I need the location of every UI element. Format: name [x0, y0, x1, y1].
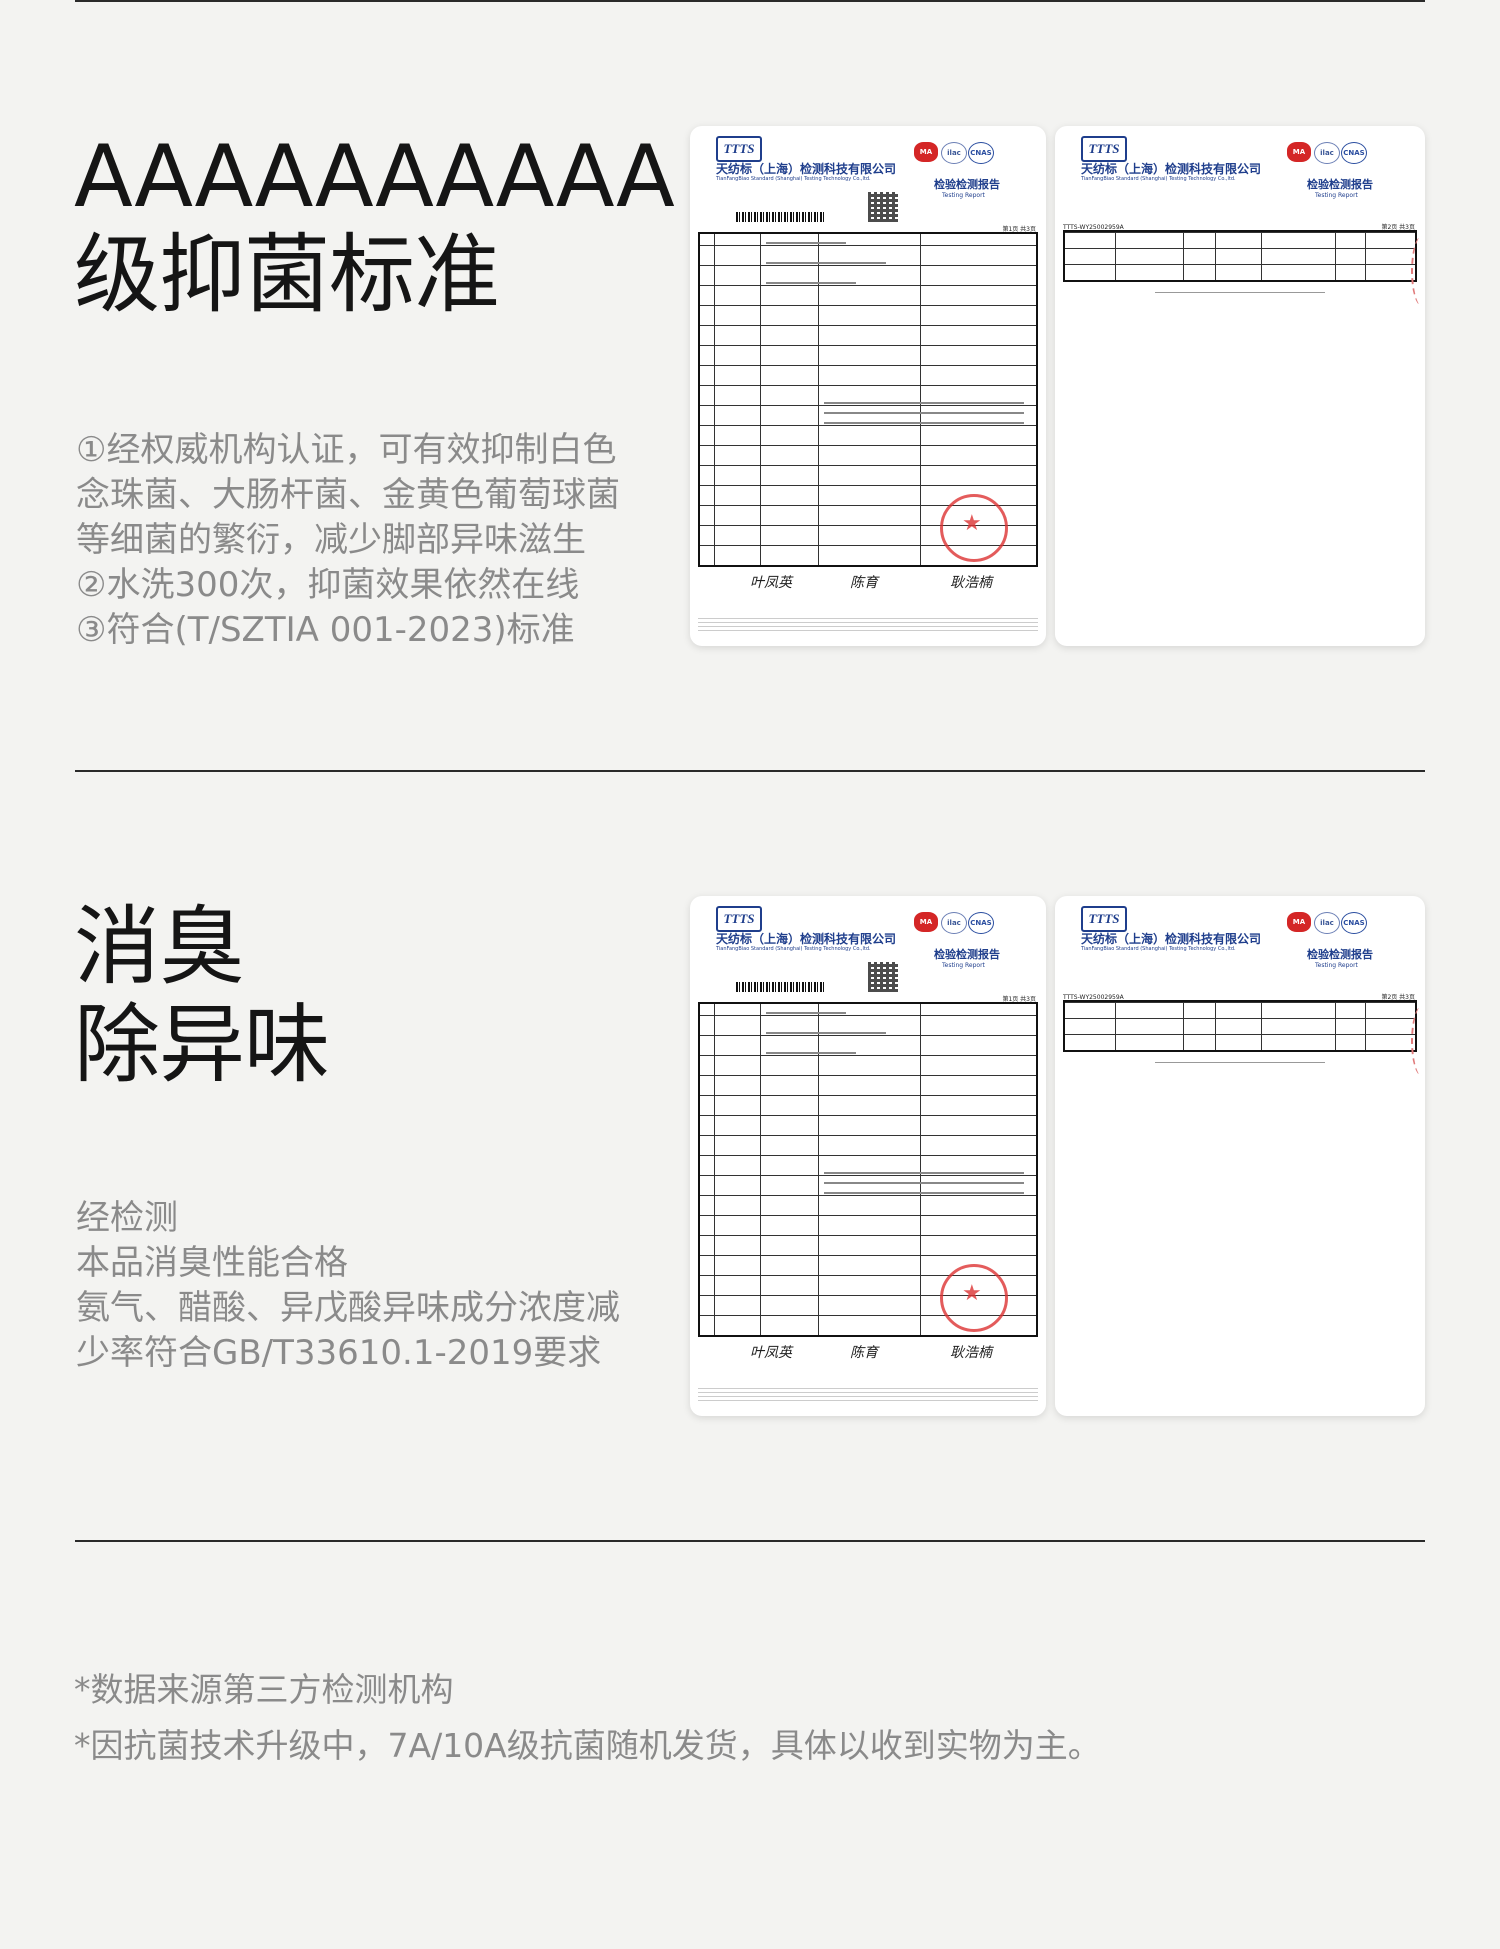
section2-desc-line: 氨气、醋酸、异戊酸异味成分浓度减: [76, 1288, 620, 1328]
ilac-badge-icon: ilac: [941, 142, 967, 164]
test-report-page-1: TTTS 天纺标（上海）检测科技有限公司 TianFangBiao Standa…: [690, 896, 1046, 1416]
signatures: 叶凤英 陈育 耿浩楠: [750, 1342, 1030, 1361]
section1-desc-line: 念珠菌、大肠杆菌、金黄色葡萄球菌: [76, 475, 620, 515]
section1-headline-line2: 级抑菌标准: [74, 225, 500, 325]
end-of-report-line: [1155, 1062, 1325, 1063]
ttts-logo: TTTS: [716, 136, 762, 162]
report-table: [1063, 1000, 1417, 1052]
signature: 耿浩楠: [950, 1345, 992, 1361]
section1-desc-line: 等细菌的繁衍，减少脚部异味滋生: [76, 520, 586, 560]
section2-desc-line: 经检测: [76, 1198, 178, 1238]
test-report-page-2: TTTS 天纺标（上海）检测科技有限公司 TianFangBiao Standa…: [1055, 896, 1425, 1416]
report-title-en: Testing Report: [942, 192, 985, 199]
cnas-badge-icon: CNAS: [1341, 912, 1367, 934]
footnote-shipping: *因抗菌技术升级中，7A/10A级抗菌随机发货，具体以收到实物为主。: [74, 1726, 1101, 1765]
ilac-badge-icon: ilac: [1314, 142, 1340, 164]
report-title: 检验检测报告: [934, 948, 1000, 961]
report-title-en: Testing Report: [1315, 192, 1358, 199]
ttts-logo: TTTS: [1081, 906, 1127, 932]
cma-badge-icon: MA: [914, 912, 938, 932]
seal-edge-icon: [1411, 236, 1425, 306]
section1-description: ①经权威机构认证，可有效抑制白色 念珠菌、大肠杆菌、金黄色葡萄球菌 等细菌的繁衍…: [76, 428, 620, 653]
report-table: [1063, 230, 1417, 282]
ilac-badge-icon: ilac: [1314, 912, 1340, 934]
report-title: 检验检测报告: [934, 178, 1000, 191]
section2-headline-line1: 消臭: [74, 897, 245, 997]
report-title: 检验检测报告: [1307, 178, 1373, 191]
section1-desc-line: ③符合(T/SZTIA 001-2023)标准: [76, 610, 575, 650]
report-org-name-en: TianFangBiao Standard (Shanghai) Testing…: [1081, 946, 1236, 952]
test-report-page-2: TTTS 天纺标（上海）检测科技有限公司 TianFangBiao Standa…: [1055, 126, 1425, 646]
cnas-badge-icon: CNAS: [968, 912, 994, 934]
top-divider: [75, 0, 1425, 2]
cma-badge-icon: MA: [914, 142, 938, 162]
cnas-badge-icon: CNAS: [968, 142, 994, 164]
footnote-source: *数据来源第三方检测机构: [74, 1670, 454, 1709]
red-seal-stamp-icon: ★: [940, 494, 1008, 562]
report-org-name-en: TianFangBiao Standard (Shanghai) Testing…: [1081, 176, 1236, 182]
report-title: 检验检测报告: [1307, 948, 1373, 961]
report-org-name-en: TianFangBiao Standard (Shanghai) Testing…: [716, 176, 871, 182]
signature: 叶凤英: [750, 575, 792, 591]
section1-headline: AAAAAAAAAA 级抑菌标准: [74, 127, 675, 325]
barcode-icon: [736, 212, 824, 222]
section1-desc-line: ②水洗300次，抑菌效果依然在线: [76, 565, 580, 605]
seal-edge-icon: [1411, 1006, 1425, 1076]
report-org-name: 天纺标（上海）检测科技有限公司: [716, 932, 897, 946]
report-org-name: 天纺标（上海）检测科技有限公司: [1081, 932, 1262, 946]
ttts-logo: TTTS: [1081, 136, 1127, 162]
report-footer-text: [698, 1386, 1038, 1404]
signature: 陈育: [850, 575, 878, 591]
cma-badge-icon: MA: [1287, 912, 1311, 932]
section2-headline-line2: 除异味: [74, 995, 330, 1095]
ttts-logo: TTTS: [716, 906, 762, 932]
section1-desc-line: ①经权威机构认证，可有效抑制白色: [76, 430, 617, 470]
qr-code-icon: [868, 962, 898, 992]
red-seal-stamp-icon: ★: [940, 1264, 1008, 1332]
report-footer-text: [698, 616, 1038, 634]
report-title-en: Testing Report: [942, 962, 985, 969]
section2-desc-line: 本品消臭性能合格: [76, 1243, 348, 1283]
section2-description: 经检测 本品消臭性能合格 氨气、醋酸、异戊酸异味成分浓度减 少率符合GB/T33…: [76, 1196, 620, 1376]
signature: 耿浩楠: [950, 575, 992, 591]
end-of-report-line: [1155, 292, 1325, 293]
barcode-icon: [736, 982, 824, 992]
signature: 叶凤英: [750, 1345, 792, 1361]
report-title-en: Testing Report: [1315, 962, 1358, 969]
cnas-badge-icon: CNAS: [1341, 142, 1367, 164]
footnote-divider: [75, 1540, 1425, 1542]
test-report-page-1: TTTS 天纺标（上海）检测科技有限公司 TianFangBiao Standa…: [690, 126, 1046, 646]
qr-code-icon: [868, 192, 898, 222]
section1-headline-line1: AAAAAAAAAA: [74, 127, 675, 227]
report-org-name: 天纺标（上海）检测科技有限公司: [716, 162, 897, 176]
section2-desc-line: 少率符合GB/T33610.1-2019要求: [76, 1333, 602, 1373]
signature: 陈育: [850, 1345, 878, 1361]
cma-badge-icon: MA: [1287, 142, 1311, 162]
ilac-badge-icon: ilac: [941, 912, 967, 934]
signatures: 叶凤英 陈育 耿浩楠: [750, 572, 1030, 591]
section2-headline: 消臭 除异味: [74, 897, 330, 1095]
report-org-name-en: TianFangBiao Standard (Shanghai) Testing…: [716, 946, 871, 952]
report-org-name: 天纺标（上海）检测科技有限公司: [1081, 162, 1262, 176]
section2-divider: [75, 770, 1425, 772]
